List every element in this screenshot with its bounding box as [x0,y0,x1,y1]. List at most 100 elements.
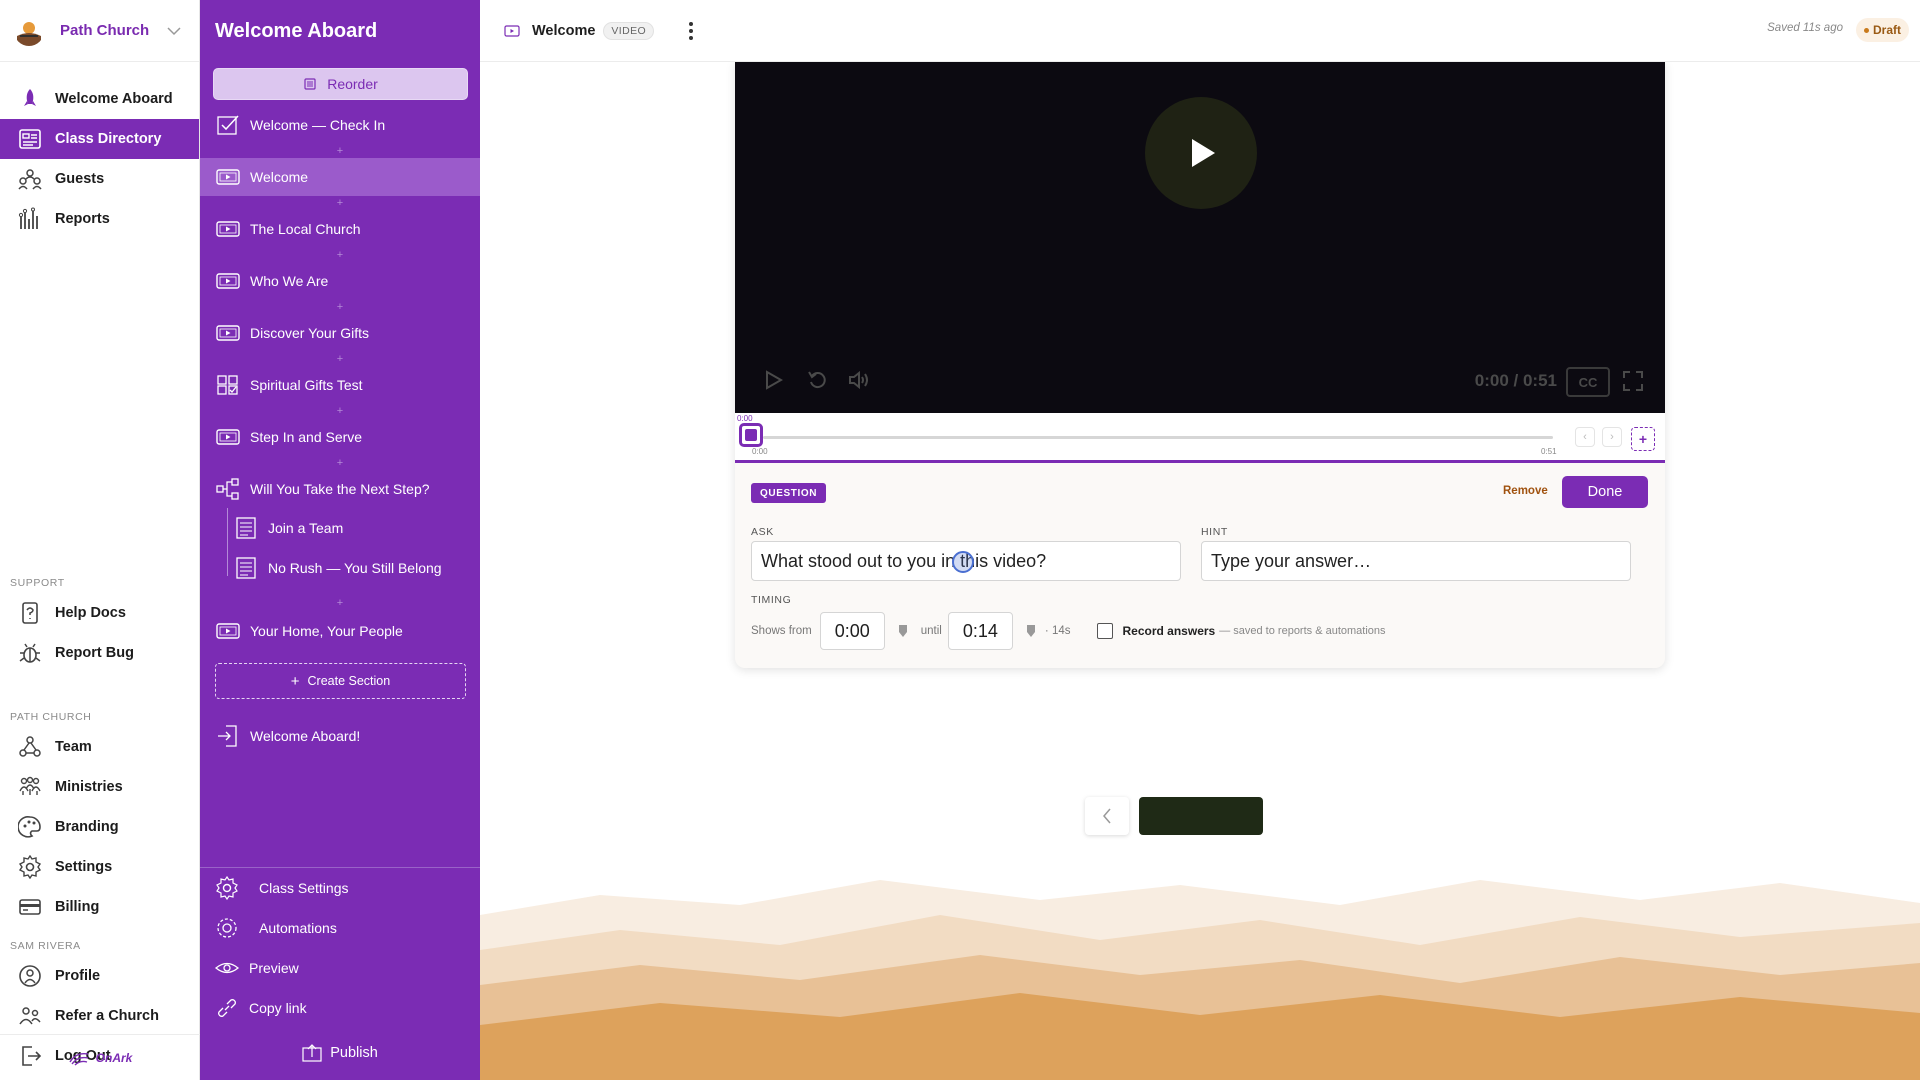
question-timeline[interactable]: 0:00 0:00 0:51 ‹ › + [735,413,1665,463]
video-icon [216,218,240,240]
brand-mark-icon [69,1052,88,1066]
reports-icon [18,207,42,231]
replay-icon[interactable] [807,370,827,390]
eye-icon [215,956,239,980]
lesson-item[interactable]: The Local Church [200,210,480,248]
automation-icon [215,916,239,940]
class-settings-button[interactable]: Class Settings [200,868,480,908]
link-icon [215,996,239,1020]
lesson-label: Who We Are [250,273,329,289]
volume-icon[interactable] [848,370,870,390]
form-icon [234,557,258,579]
play-icon [1192,139,1215,167]
video-icon [216,620,240,642]
nav-label: Team [55,739,92,755]
class-title: Welcome Aboard [215,19,378,42]
insert-lesson-button[interactable]: + [200,352,480,366]
nav-team[interactable]: Team [0,727,199,767]
nav-welcome-aboard[interactable]: Welcome Aboard [0,79,199,119]
insert-lesson-button[interactable]: + [200,588,480,612]
automations-label: Automations [259,920,337,936]
previous-lesson-button[interactable] [1085,797,1129,835]
hint-input[interactable]: Type your answer… [1201,541,1631,581]
record-answers-label: Record answers [1122,624,1216,638]
more-options-icon[interactable] [688,21,694,41]
copy-link-button[interactable]: Copy link [200,988,480,1028]
lesson-item[interactable]: Step In and Serve [200,418,480,456]
lesson-item[interactable]: Discover Your Gifts [200,314,480,352]
timeline-track[interactable] [763,436,1553,439]
lesson-label: No Rush — You Still Belong [268,560,442,576]
ask-input[interactable]: What stood out to you in this video? [751,541,1181,581]
nav-guests[interactable]: Guests [0,159,199,199]
lesson-item-finale[interactable]: Welcome Aboard! [200,717,480,755]
org-switcher[interactable]: Path Church [0,0,199,62]
nav-label: Settings [55,859,113,875]
nav-settings[interactable]: Settings [0,847,199,887]
start-time-input[interactable]: 0:00 [819,612,885,650]
nav-profile[interactable]: Profile [0,956,199,996]
section-label-church: PATH CHURCH [10,711,92,723]
nav-report-bug[interactable]: Report Bug [0,633,199,673]
nav-label: Class Directory [55,131,162,147]
insert-lesson-button[interactable]: + [200,144,480,158]
nav-billing[interactable]: Billing [0,887,199,927]
next-marker-button[interactable]: › [1602,427,1622,447]
insert-lesson-button[interactable]: + [200,456,480,470]
play-button[interactable] [1145,97,1257,209]
reorder-icon [303,77,317,91]
pin-icon[interactable] [897,624,909,638]
chevron-left-icon [1103,808,1111,824]
lesson-title: Welcome [532,22,596,39]
insert-lesson-button[interactable]: + [200,248,480,262]
nav-ministries[interactable]: Ministries [0,767,199,807]
lesson-item[interactable]: Join a Team [200,508,480,548]
lesson-item-active[interactable]: Welcome [200,158,480,196]
lesson-item[interactable]: Spiritual Gifts Test [200,366,480,404]
insert-lesson-button[interactable]: + [200,196,480,210]
ministries-icon [18,775,42,799]
nav-label: Help Docs [55,605,126,621]
shows-from-label: Shows from [751,625,812,637]
nav-reports[interactable]: Reports [0,199,199,239]
lesson-item[interactable]: Your Home, Your People [200,612,480,650]
record-answers-checkbox[interactable] [1096,623,1113,639]
lesson-item[interactable]: Who We Are [200,262,480,300]
reorder-button[interactable]: Reorder [213,68,468,100]
end-time-input[interactable]: 0:14 [947,612,1013,650]
lesson-type-badge: VIDEO [603,21,655,40]
prev-marker-button[interactable]: ‹ [1575,427,1595,447]
nav-refer-church[interactable]: Refer a Church [0,996,199,1036]
play-small-icon[interactable] [765,370,783,390]
add-question-button[interactable]: + [1631,427,1655,451]
pin-icon[interactable] [1025,624,1037,638]
nav-branding[interactable]: Branding [0,807,199,847]
fullscreen-icon[interactable] [1623,371,1643,391]
publish-button[interactable]: Publish [200,1026,480,1080]
next-lesson-button[interactable] [1139,797,1263,835]
lesson-item[interactable]: Welcome — Check In [200,106,480,144]
checkin-icon [216,114,240,136]
done-button[interactable]: Done [1562,476,1648,508]
brand-name: OnArk [95,1050,133,1065]
create-section-button[interactable]: + Create Section [215,663,466,699]
remove-question-button[interactable]: Remove [1503,485,1548,497]
brand-logo: OnArk [0,1034,200,1080]
preview-button[interactable]: Preview [200,948,480,988]
nav-label: Refer a Church [55,1008,159,1024]
status-dot [1863,27,1869,33]
captions-button[interactable]: CC [1566,367,1610,397]
video-player[interactable]: 0:00 / 0:51 CC [735,62,1665,413]
lesson-item[interactable]: Will You Take the Next Step? [200,470,480,508]
lesson-topbar: Welcome VIDEO Saved 11s ago Draft [480,0,1920,62]
automations-button[interactable]: Automations [200,908,480,948]
copy-link-label: Copy link [249,1000,307,1016]
nav-class-directory[interactable]: Class Directory [0,119,199,159]
nav-help-docs[interactable]: Help Docs [0,593,199,633]
insert-lesson-button[interactable]: + [200,300,480,314]
lesson-item[interactable]: No Rush — You Still Belong [200,548,480,588]
video-icon [216,426,240,448]
directory-icon [18,127,42,151]
insert-lesson-button[interactable]: + [200,404,480,418]
question-marker[interactable] [739,423,763,447]
